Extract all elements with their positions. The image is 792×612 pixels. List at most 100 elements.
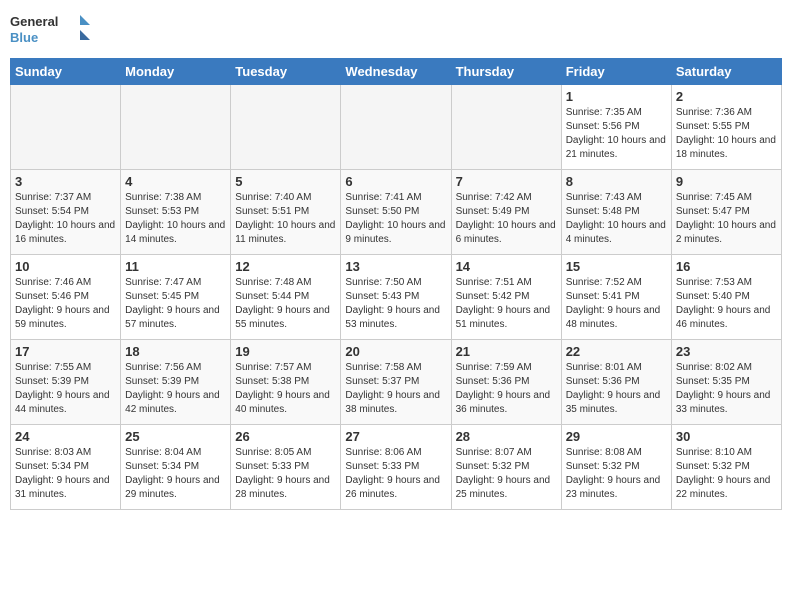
day-info: Sunrise: 8:10 AM Sunset: 5:32 PM Dayligh… xyxy=(676,446,777,502)
calendar-cell: 21 Sunrise: 7:59 AM Sunset: 5:36 PM Dayli… xyxy=(451,340,561,425)
calendar-cell xyxy=(231,85,341,170)
day-header-saturday: Saturday xyxy=(671,59,781,85)
calendar-cell: 27 Sunrise: 8:06 AM Sunset: 5:33 PM Dayli… xyxy=(341,425,451,510)
day-info: Sunrise: 7:59 AM Sunset: 5:36 PM Dayligh… xyxy=(456,361,557,417)
calendar-cell: 10 Sunrise: 7:46 AM Sunset: 5:46 PM Dayli… xyxy=(11,255,121,340)
calendar-cell: 3 Sunrise: 7:37 AM Sunset: 5:54 PM Daylig… xyxy=(11,170,121,255)
calendar-cell: 7 Sunrise: 7:42 AM Sunset: 5:49 PM Daylig… xyxy=(451,170,561,255)
calendar-cell xyxy=(451,85,561,170)
day-info: Sunrise: 7:57 AM Sunset: 5:38 PM Dayligh… xyxy=(235,361,336,417)
calendar-cell: 2Sunrise: 7:36 AM Sunset: 5:55 PM Daylig… xyxy=(671,85,781,170)
day-number: 25 xyxy=(125,429,226,444)
week-row-1: 1Sunrise: 7:35 AM Sunset: 5:56 PM Daylig… xyxy=(11,85,782,170)
day-info: Sunrise: 7:46 AM Sunset: 5:46 PM Dayligh… xyxy=(15,276,116,332)
calendar-cell: 17 Sunrise: 7:55 AM Sunset: 5:39 PM Dayli… xyxy=(11,340,121,425)
day-number: 29 xyxy=(566,429,667,444)
calendar-cell: 23 Sunrise: 8:02 AM Sunset: 5:35 PM Dayli… xyxy=(671,340,781,425)
day-info: Sunrise: 8:05 AM Sunset: 5:33 PM Dayligh… xyxy=(235,446,336,502)
day-number: 9 xyxy=(676,174,777,189)
week-row-5: 24Sunrise: 8:03 AM Sunset: 5:34 PM Dayli… xyxy=(11,425,782,510)
calendar-cell: 25 Sunrise: 8:04 AM Sunset: 5:34 PM Dayli… xyxy=(121,425,231,510)
day-info: Sunrise: 7:37 AM Sunset: 5:54 PM Dayligh… xyxy=(15,191,116,247)
week-row-4: 17 Sunrise: 7:55 AM Sunset: 5:39 PM Dayli… xyxy=(11,340,782,425)
calendar-cell: 29 Sunrise: 8:08 AM Sunset: 5:32 PM Dayli… xyxy=(561,425,671,510)
day-info: Sunrise: 8:06 AM Sunset: 5:33 PM Dayligh… xyxy=(345,446,446,502)
calendar-cell: 22 Sunrise: 8:01 AM Sunset: 5:36 PM Dayli… xyxy=(561,340,671,425)
day-header-tuesday: Tuesday xyxy=(231,59,341,85)
day-info: Sunrise: 7:47 AM Sunset: 5:45 PM Dayligh… xyxy=(125,276,226,332)
week-row-2: 3 Sunrise: 7:37 AM Sunset: 5:54 PM Daylig… xyxy=(11,170,782,255)
calendar-cell: 11 Sunrise: 7:47 AM Sunset: 5:45 PM Dayli… xyxy=(121,255,231,340)
day-info: Sunrise: 7:35 AM Sunset: 5:56 PM Dayligh… xyxy=(566,106,667,162)
calendar-cell xyxy=(121,85,231,170)
calendar-cell: 20Sunrise: 7:58 AM Sunset: 5:37 PM Dayli… xyxy=(341,340,451,425)
day-info: Sunrise: 7:42 AM Sunset: 5:49 PM Dayligh… xyxy=(456,191,557,247)
svg-text:General: General xyxy=(10,14,58,29)
day-number: 2 xyxy=(676,89,777,104)
day-number: 5 xyxy=(235,174,336,189)
calendar-cell: 6 Sunrise: 7:41 AM Sunset: 5:50 PM Daylig… xyxy=(341,170,451,255)
day-info: Sunrise: 7:40 AM Sunset: 5:51 PM Dayligh… xyxy=(235,191,336,247)
day-number: 26 xyxy=(235,429,336,444)
day-number: 14 xyxy=(456,259,557,274)
day-info: Sunrise: 7:53 AM Sunset: 5:40 PM Dayligh… xyxy=(676,276,777,332)
day-header-monday: Monday xyxy=(121,59,231,85)
day-info: Sunrise: 8:01 AM Sunset: 5:36 PM Dayligh… xyxy=(566,361,667,417)
day-header-wednesday: Wednesday xyxy=(341,59,451,85)
calendar-cell xyxy=(341,85,451,170)
day-number: 8 xyxy=(566,174,667,189)
day-number: 30 xyxy=(676,429,777,444)
day-info: Sunrise: 8:04 AM Sunset: 5:34 PM Dayligh… xyxy=(125,446,226,502)
calendar-cell: 4Sunrise: 7:38 AM Sunset: 5:53 PM Daylig… xyxy=(121,170,231,255)
day-number: 17 xyxy=(15,344,116,359)
calendar-cell: 16 Sunrise: 7:53 AM Sunset: 5:40 PM Dayli… xyxy=(671,255,781,340)
day-number: 19 xyxy=(235,344,336,359)
calendar-cell: 24Sunrise: 8:03 AM Sunset: 5:34 PM Dayli… xyxy=(11,425,121,510)
day-number: 21 xyxy=(456,344,557,359)
day-info: Sunrise: 7:51 AM Sunset: 5:42 PM Dayligh… xyxy=(456,276,557,332)
day-number: 13 xyxy=(345,259,446,274)
day-number: 27 xyxy=(345,429,446,444)
day-info: Sunrise: 7:38 AM Sunset: 5:53 PM Dayligh… xyxy=(125,191,226,247)
calendar-cell: 18Sunrise: 7:56 AM Sunset: 5:39 PM Dayli… xyxy=(121,340,231,425)
day-info: Sunrise: 7:55 AM Sunset: 5:39 PM Dayligh… xyxy=(15,361,116,417)
page-header: General Blue xyxy=(10,10,782,50)
header-row: SundayMondayTuesdayWednesdayThursdayFrid… xyxy=(11,59,782,85)
day-number: 24 xyxy=(15,429,116,444)
day-number: 23 xyxy=(676,344,777,359)
calendar-cell: 13 Sunrise: 7:50 AM Sunset: 5:43 PM Dayli… xyxy=(341,255,451,340)
day-number: 18 xyxy=(125,344,226,359)
calendar-cell: 12 Sunrise: 7:48 AM Sunset: 5:44 PM Dayli… xyxy=(231,255,341,340)
calendar-table: SundayMondayTuesdayWednesdayThursdayFrid… xyxy=(10,58,782,510)
day-number: 28 xyxy=(456,429,557,444)
day-number: 3 xyxy=(15,174,116,189)
logo-svg: General Blue xyxy=(10,10,90,50)
day-number: 10 xyxy=(15,259,116,274)
calendar-cell: 5 Sunrise: 7:40 AM Sunset: 5:51 PM Daylig… xyxy=(231,170,341,255)
day-number: 7 xyxy=(456,174,557,189)
svg-text:Blue: Blue xyxy=(10,30,38,45)
calendar-cell: 1Sunrise: 7:35 AM Sunset: 5:56 PM Daylig… xyxy=(561,85,671,170)
day-info: Sunrise: 7:41 AM Sunset: 5:50 PM Dayligh… xyxy=(345,191,446,247)
calendar-cell: 30 Sunrise: 8:10 AM Sunset: 5:32 PM Dayli… xyxy=(671,425,781,510)
calendar-cell: 28Sunrise: 8:07 AM Sunset: 5:32 PM Dayli… xyxy=(451,425,561,510)
calendar-cell: 19 Sunrise: 7:57 AM Sunset: 5:38 PM Dayli… xyxy=(231,340,341,425)
day-info: Sunrise: 7:58 AM Sunset: 5:37 PM Dayligh… xyxy=(345,361,446,417)
week-row-3: 10 Sunrise: 7:46 AM Sunset: 5:46 PM Dayli… xyxy=(11,255,782,340)
day-number: 16 xyxy=(676,259,777,274)
day-number: 11 xyxy=(125,259,226,274)
day-header-thursday: Thursday xyxy=(451,59,561,85)
day-info: Sunrise: 7:43 AM Sunset: 5:48 PM Dayligh… xyxy=(566,191,667,247)
day-header-sunday: Sunday xyxy=(11,59,121,85)
day-info: Sunrise: 8:02 AM Sunset: 5:35 PM Dayligh… xyxy=(676,361,777,417)
day-number: 22 xyxy=(566,344,667,359)
logo: General Blue xyxy=(10,10,90,50)
day-header-friday: Friday xyxy=(561,59,671,85)
calendar-cell: 15Sunrise: 7:52 AM Sunset: 5:41 PM Dayli… xyxy=(561,255,671,340)
day-info: Sunrise: 7:52 AM Sunset: 5:41 PM Dayligh… xyxy=(566,276,667,332)
day-number: 6 xyxy=(345,174,446,189)
day-info: Sunrise: 8:08 AM Sunset: 5:32 PM Dayligh… xyxy=(566,446,667,502)
day-number: 12 xyxy=(235,259,336,274)
day-info: Sunrise: 7:48 AM Sunset: 5:44 PM Dayligh… xyxy=(235,276,336,332)
day-info: Sunrise: 7:50 AM Sunset: 5:43 PM Dayligh… xyxy=(345,276,446,332)
